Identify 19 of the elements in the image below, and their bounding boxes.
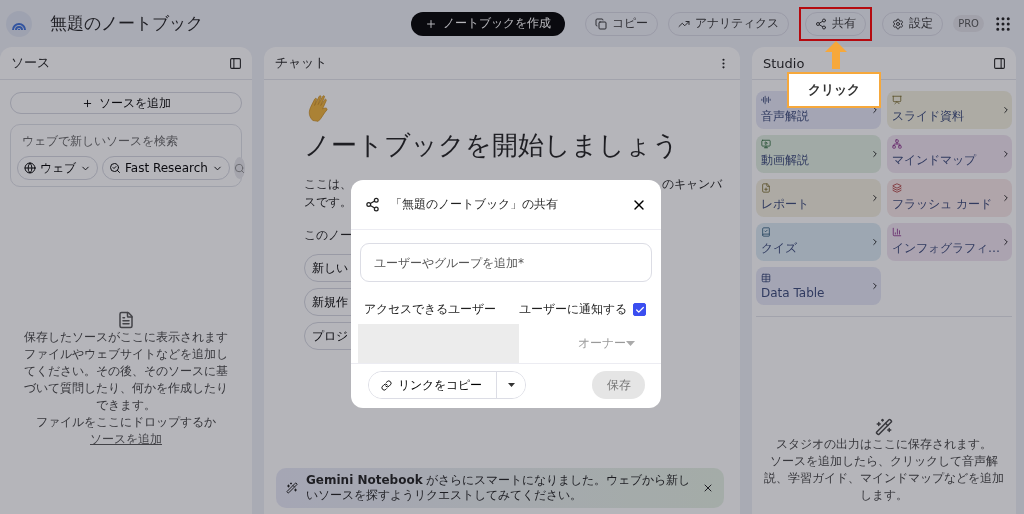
click-callout: クリック — [787, 71, 882, 108]
panel-title: ソース — [11, 54, 50, 72]
empty-text: ファイルやウェブサイトなどを追加してください。その後、そのソースに基づいて質問したり、何かを作成したりできます。 — [23, 346, 229, 414]
empty-text: ソースを追加したら、クリックして音声解説、学習ガイド、マインドマップなどを追加します。 — [763, 452, 1005, 504]
suggestion-label: このノー — [304, 227, 353, 244]
dialog-title: 「無題のノートブック」の共有 — [390, 196, 559, 213]
panel-title: チャット — [275, 54, 327, 72]
pro-badge: PRO — [953, 15, 984, 32]
chat-heading: ノートブックを開始しましょう — [304, 129, 680, 162]
intro-text: のキャンバ — [662, 176, 722, 193]
panel-title: Studio — [763, 55, 805, 71]
intro-text: ここは、 — [304, 176, 352, 193]
empty-title: スタジオの出力はここに保存されます。 — [776, 435, 992, 453]
intro-text: スです。 — [304, 194, 352, 211]
notebook-title: 無題のノートブック — [50, 12, 204, 35]
banner-text: Gemini Notebook がさらにスマートになりました。ウェブから新しいソースを探すようリクエストしてみてください。 — [306, 473, 692, 503]
drop-hint: ファイルをここにドロップするか ソースを追加 — [35, 414, 217, 448]
empty-title: 保存したソースがここに表示されます — [24, 329, 228, 346]
access-label: アクセスできるユーザー — [364, 301, 496, 318]
